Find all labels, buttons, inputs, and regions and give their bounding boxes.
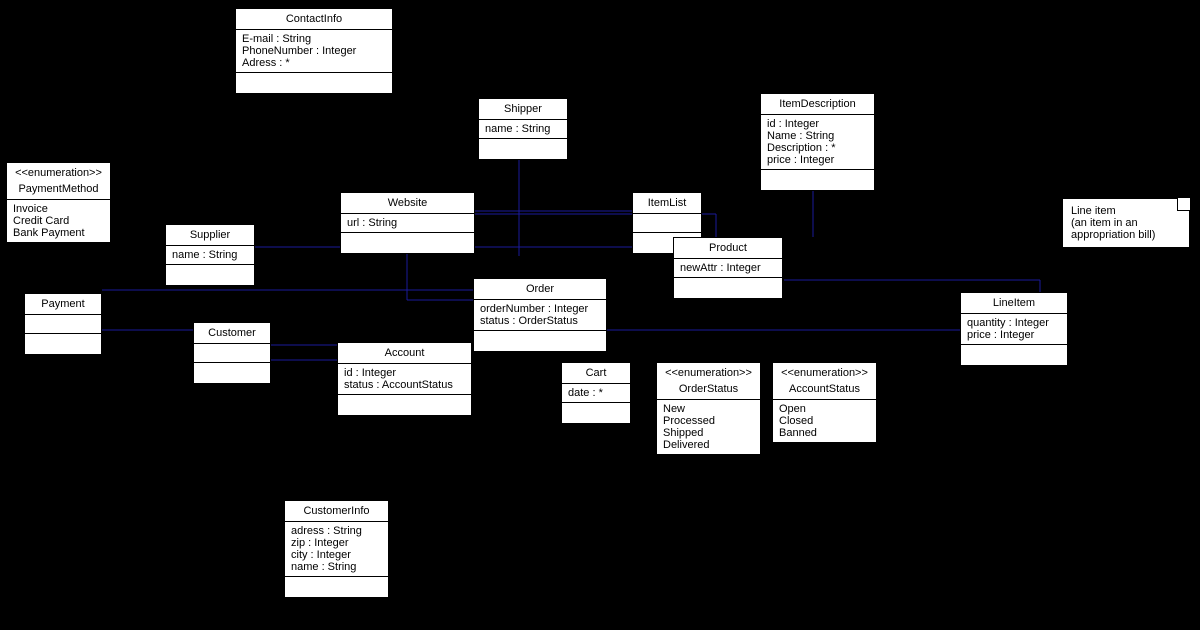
class-attrs: id : IntegerName : StringDescription : *… [761, 115, 874, 170]
class-product: Product newAttr : Integer [673, 237, 783, 299]
note-line: appropriation bill) [1071, 229, 1181, 241]
class-ops [479, 139, 567, 159]
class-attrs: orderNumber : Integerstatus : OrderStatu… [474, 300, 606, 331]
class-title: Website [341, 193, 474, 214]
enum-orderstatus: <<enumeration>> OrderStatus NewProcessed… [656, 362, 761, 456]
class-title: Customer [194, 323, 270, 344]
class-attrs [194, 344, 270, 363]
class-attrs [25, 315, 101, 334]
class-attrs [633, 214, 701, 233]
class-attrs: name : String [479, 120, 567, 139]
class-cart: Cart date : * [561, 362, 631, 424]
class-attrs: adress : Stringzip : Integercity : Integ… [285, 522, 388, 577]
class-ops [236, 73, 392, 93]
class-attrs: quantity : Integerprice : Integer [961, 314, 1067, 345]
class-title: Supplier [166, 225, 254, 246]
class-website: Website url : String [340, 192, 475, 254]
class-stereo: <<enumeration>> [657, 363, 760, 379]
class-customerinfo: CustomerInfo adress : Stringzip : Intege… [284, 500, 389, 598]
class-order: Order orderNumber : Integerstatus : Orde… [473, 278, 607, 352]
class-ops [25, 334, 101, 354]
class-ops [761, 170, 874, 190]
class-ops [194, 363, 270, 383]
class-attrs: E-mail : StringPhoneNumber : IntegerAdre… [236, 30, 392, 73]
class-title: ItemDescription [761, 94, 874, 115]
class-ops [961, 345, 1067, 365]
class-contactinfo: ContactInfo E-mail : StringPhoneNumber :… [235, 8, 393, 94]
class-ops [285, 577, 388, 597]
class-title: LineItem [961, 293, 1067, 314]
class-ops [562, 403, 630, 423]
class-ops [166, 265, 254, 285]
class-title: Product [674, 238, 782, 259]
class-ops [341, 233, 474, 253]
class-title: ItemList [633, 193, 701, 214]
class-ops [474, 331, 606, 351]
class-account: Account id : Integerstatus : AccountStat… [337, 342, 472, 416]
class-itemdescription: ItemDescription id : IntegerName : Strin… [760, 93, 875, 191]
class-shipper: Shipper name : String [478, 98, 568, 160]
class-supplier: Supplier name : String [165, 224, 255, 286]
class-title: Account [338, 343, 471, 364]
class-title: Shipper [479, 99, 567, 120]
class-attrs: NewProcessedShippedDelivered [657, 400, 760, 455]
class-attrs: name : String [166, 246, 254, 265]
class-title: Cart [562, 363, 630, 384]
note-line: Line item [1071, 205, 1181, 217]
class-attrs: InvoiceCredit CardBank Payment [7, 200, 110, 243]
class-title: PaymentMethod [7, 179, 110, 200]
class-attrs: OpenClosedBanned [773, 400, 876, 443]
note-lineitem: Line item (an item in an appropriation b… [1062, 198, 1190, 248]
class-ops [674, 278, 782, 298]
class-title: Payment [25, 294, 101, 315]
class-stereo: <<enumeration>> [773, 363, 876, 379]
class-stereo: <<enumeration>> [7, 163, 110, 179]
class-payment: Payment [24, 293, 102, 355]
class-ops [338, 395, 471, 415]
enum-paymentmethod: <<enumeration>> PaymentMethod InvoiceCre… [6, 162, 111, 244]
class-title: ContactInfo [236, 9, 392, 30]
class-title: OrderStatus [657, 379, 760, 400]
class-attrs: newAttr : Integer [674, 259, 782, 278]
class-title: Order [474, 279, 606, 300]
enum-accountstatus: <<enumeration>> AccountStatus OpenClosed… [772, 362, 877, 444]
note-line: (an item in an [1071, 217, 1181, 229]
class-title: AccountStatus [773, 379, 876, 400]
class-attrs: date : * [562, 384, 630, 403]
class-customer: Customer [193, 322, 271, 384]
class-attrs: url : String [341, 214, 474, 233]
class-attrs: id : Integerstatus : AccountStatus [338, 364, 471, 395]
class-lineitem: LineItem quantity : Integerprice : Integ… [960, 292, 1068, 366]
class-title: CustomerInfo [285, 501, 388, 522]
